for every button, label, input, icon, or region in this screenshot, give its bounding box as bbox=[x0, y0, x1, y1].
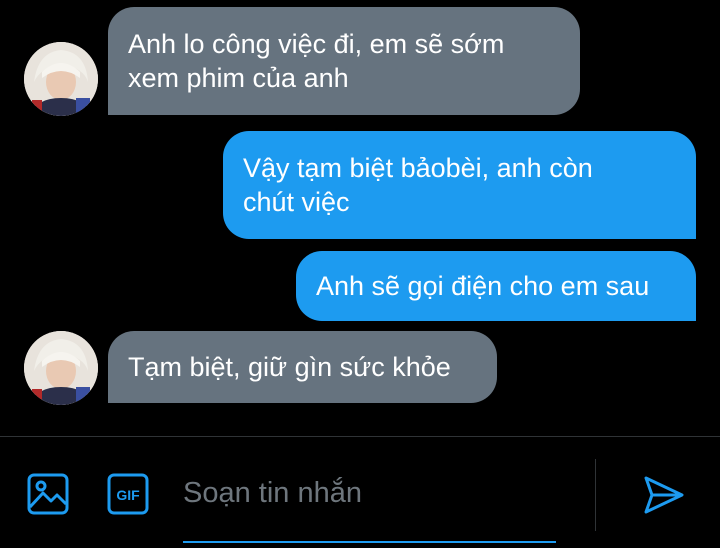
message-text-line: Anh lo công việc đi, em sẽ sớm bbox=[128, 29, 505, 59]
message-text-line: Anh sẽ gọi điện cho em sau bbox=[316, 271, 650, 301]
message-text-line: xem phim của anh bbox=[128, 63, 349, 93]
composer-divider bbox=[595, 459, 596, 531]
image-icon[interactable] bbox=[27, 473, 69, 515]
gif-icon[interactable]: GIF bbox=[107, 473, 149, 515]
message-input-wrapper bbox=[183, 457, 556, 543]
avatar-image bbox=[24, 331, 98, 405]
message-text-line: chút việc bbox=[243, 187, 350, 217]
message-input[interactable] bbox=[183, 473, 556, 513]
message-list: Anh lo công việc đi, em sẽ sớm xem phim … bbox=[0, 0, 720, 436]
message-text-line: Vậy tạm biệt bảobèi, anh còn bbox=[243, 153, 593, 183]
message-bubble-incoming[interactable]: Tạm biệt, giữ gìn sức khỏe bbox=[108, 331, 497, 403]
message-text-line: Tạm biệt, giữ gìn sức khỏe bbox=[128, 352, 451, 382]
message-bubble-outgoing[interactable]: Vậy tạm biệt bảobèi, anh còn chút việc bbox=[223, 131, 696, 239]
message-composer: GIF bbox=[0, 436, 720, 548]
avatar-image bbox=[24, 42, 98, 116]
avatar[interactable] bbox=[24, 42, 98, 116]
message-bubble-outgoing[interactable]: Anh sẽ gọi điện cho em sau bbox=[296, 251, 696, 321]
avatar[interactable] bbox=[24, 331, 98, 405]
message-bubble-incoming[interactable]: Anh lo công việc đi, em sẽ sớm xem phim … bbox=[108, 7, 580, 115]
gif-label: GIF bbox=[116, 487, 140, 503]
send-icon[interactable] bbox=[643, 475, 685, 515]
